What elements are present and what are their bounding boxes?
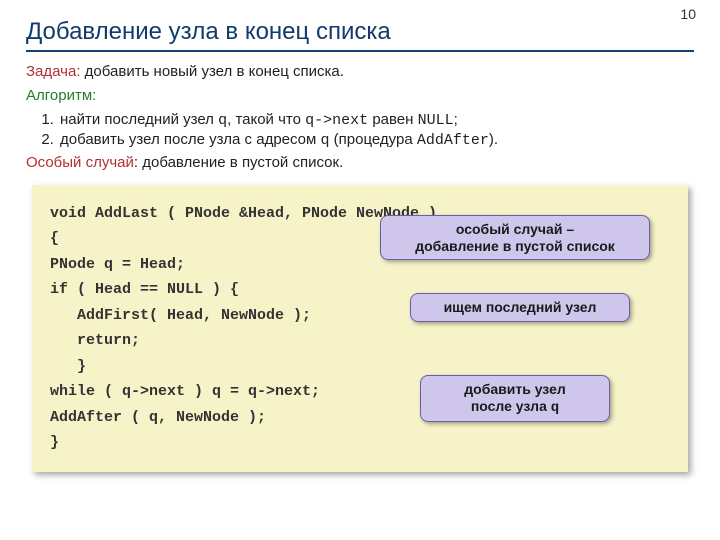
slide: Добавление узла в конец списка Задача: д… bbox=[0, 0, 720, 472]
text: равен bbox=[368, 111, 417, 128]
task-line: Задача: добавить новый узел в конец спис… bbox=[26, 62, 694, 82]
code-inline: AddAfter bbox=[417, 132, 489, 149]
code-line: } bbox=[50, 430, 670, 456]
text: добавить узел bbox=[464, 381, 566, 397]
list-item: добавить узел после узла с адресом q (пр… bbox=[58, 131, 694, 149]
code-inline: q bbox=[321, 132, 330, 149]
text: ; bbox=[454, 111, 458, 128]
special-line: Особый случай: добавление в пустой списо… bbox=[26, 153, 694, 173]
text: найти последний узел bbox=[60, 111, 218, 128]
page-number: 10 bbox=[680, 6, 696, 22]
text: добавить узел после узла с адресом bbox=[60, 131, 321, 148]
task-label: Задача: bbox=[26, 63, 81, 80]
task-text: добавить новый узел в конец списка. bbox=[81, 63, 344, 80]
page-title: Добавление узла в конец списка bbox=[26, 18, 694, 46]
text: ). bbox=[489, 131, 498, 148]
code-inline: q->next bbox=[305, 112, 368, 129]
special-label: Особый случай bbox=[26, 154, 134, 171]
text: ищем последний узел bbox=[444, 299, 597, 315]
text: после узла bbox=[471, 398, 551, 414]
code-inline: NULL bbox=[418, 112, 454, 129]
callout-add-after: добавить узел после узла q bbox=[420, 375, 610, 423]
code-line: return; bbox=[50, 328, 670, 354]
list-item: найти последний узел q, такой что q->nex… bbox=[58, 111, 694, 129]
callout-find-last: ищем последний узел bbox=[410, 293, 630, 322]
algo-list: найти последний узел q, такой что q->nex… bbox=[36, 111, 694, 149]
code-inline: q bbox=[551, 400, 559, 416]
text: (процедура bbox=[330, 131, 417, 148]
code-inline: q bbox=[218, 112, 227, 129]
code-block: void AddLast ( PNode &Head, PNode NewNod… bbox=[32, 185, 688, 472]
text: особый случай – bbox=[456, 221, 574, 237]
text: добавление в пустой список bbox=[415, 238, 615, 254]
title-rule bbox=[26, 50, 694, 52]
callout-special-case: особый случай – добавление в пустой спис… bbox=[380, 215, 650, 261]
special-text: : добавление в пустой список. bbox=[134, 154, 343, 171]
text: , такой что bbox=[227, 111, 305, 128]
algo-label-line: Алгоритм: bbox=[26, 86, 694, 106]
algo-label: Алгоритм: bbox=[26, 87, 96, 104]
